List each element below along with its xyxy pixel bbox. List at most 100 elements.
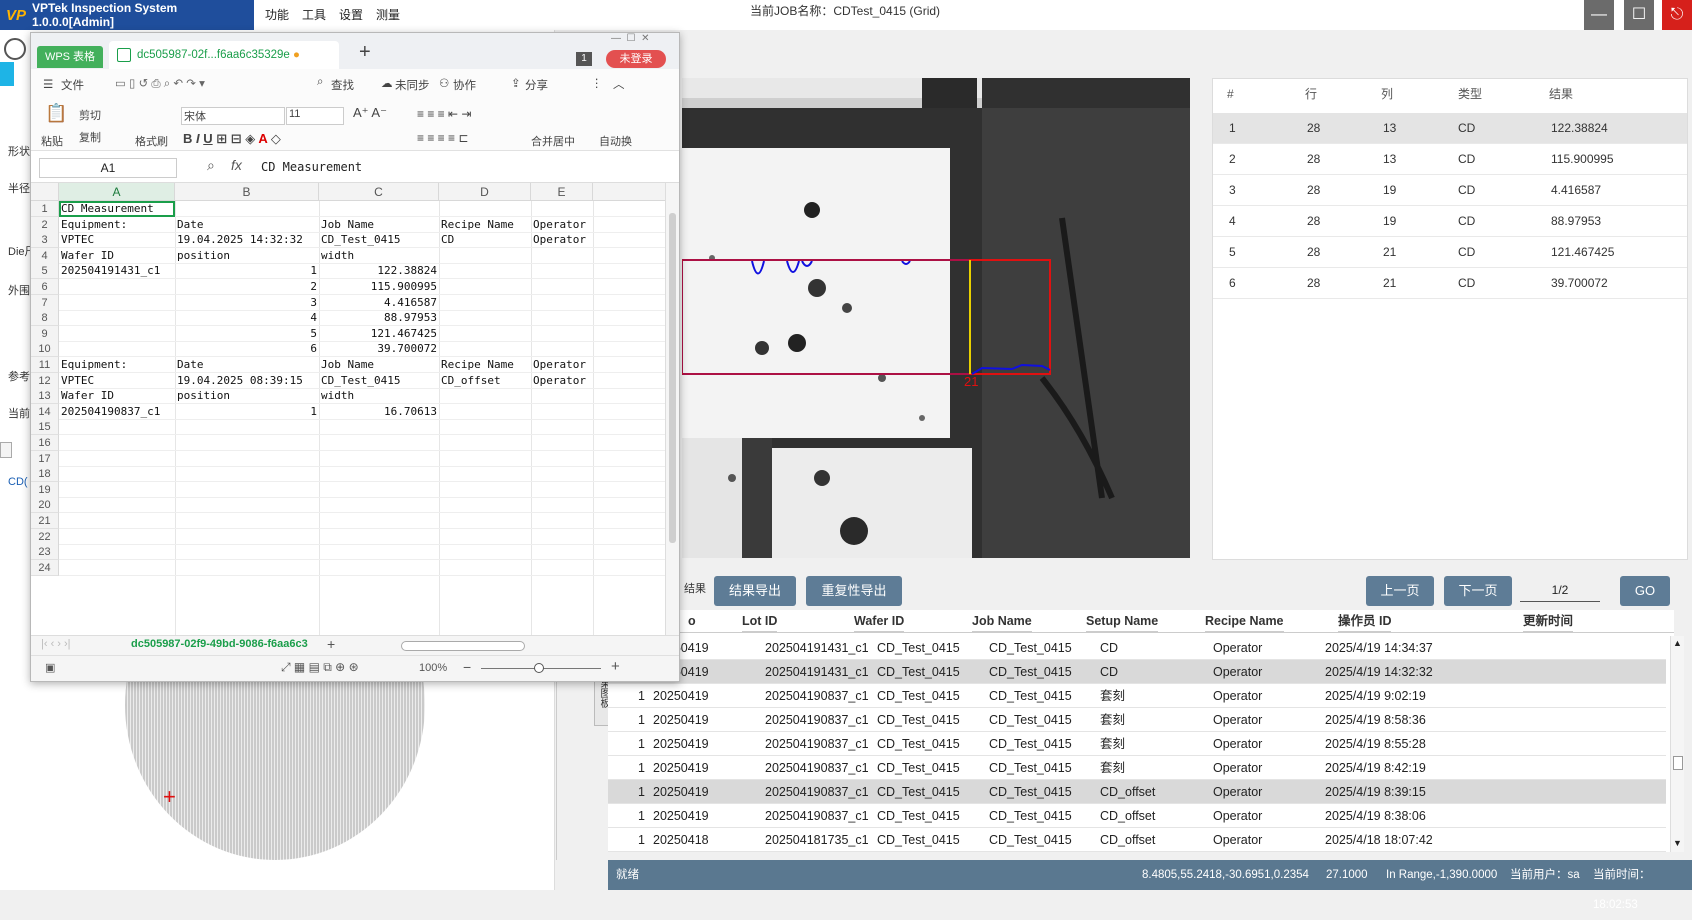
- cell-b12[interactable]: 19.04.2025 08:39:15: [177, 373, 317, 389]
- row-header[interactable]: 14: [31, 403, 59, 420]
- wps-window-controls[interactable]: — ☐ ✕: [611, 33, 649, 44]
- new-tab-icon[interactable]: +: [359, 41, 371, 64]
- zoom-formula-icon[interactable]: ⌕: [207, 157, 215, 174]
- formula-input[interactable]: CD Measurement: [261, 158, 362, 178]
- hamburger-icon[interactable]: ☰: [43, 77, 53, 91]
- merge-center-button[interactable]: 合并居中: [531, 133, 575, 149]
- row-header[interactable]: 4: [31, 247, 59, 264]
- wps-document-tab[interactable]: dc505987-02f...f6aa6c35329e ●: [109, 41, 339, 69]
- cell-c2[interactable]: Job Name: [321, 217, 437, 233]
- cell-c6[interactable]: 115.900995: [321, 279, 437, 295]
- row-header[interactable]: 21: [31, 513, 59, 529]
- exit-button[interactable]: ⎋: [1662, 0, 1692, 30]
- cell-b8[interactable]: 4: [177, 310, 317, 326]
- share-button[interactable]: 分享: [525, 77, 548, 93]
- row-header[interactable]: 2: [31, 216, 59, 233]
- cell-b4[interactable]: position: [177, 248, 317, 264]
- horizontal-scroll-thumb[interactable]: [401, 641, 525, 651]
- export-results-button[interactable]: 结果导出: [714, 576, 796, 606]
- cell-c8[interactable]: 88.97953: [321, 310, 437, 326]
- column-header-a[interactable]: A: [59, 183, 175, 201]
- row-header[interactable]: 10: [31, 341, 59, 358]
- column-header-blank[interactable]: [593, 183, 667, 201]
- row-header[interactable]: 3: [31, 232, 59, 249]
- cell-d12[interactable]: CD_offset: [441, 373, 529, 389]
- wrap-text-button[interactable]: 自动换: [599, 133, 632, 149]
- repeat-export-button[interactable]: 重复性导出: [806, 576, 902, 606]
- row-header[interactable]: 9: [31, 325, 59, 342]
- wps-spreadsheet-window[interactable]: WPS 表格 dc505987-02f...f6aa6c35329e ● + 1…: [30, 32, 680, 682]
- cell-a4[interactable]: Wafer ID: [61, 248, 173, 264]
- row-header[interactable]: 15: [31, 419, 59, 436]
- menu-function[interactable]: 功能: [265, 0, 289, 30]
- table-row[interactable]: 1 20250419 202504190837_c1 CD_Test_0415 CD_T…: [608, 732, 1666, 756]
- next-page-button[interactable]: 下一页: [1444, 576, 1512, 606]
- prev-page-button[interactable]: 上一页: [1366, 576, 1434, 606]
- row-header[interactable]: 13: [31, 388, 59, 405]
- table-row[interactable]: 5 28 21 CD 121.467425: [1213, 237, 1687, 268]
- side-label-cd[interactable]: CD(: [8, 476, 28, 488]
- cell-b11[interactable]: Date: [177, 357, 317, 373]
- cloud-icon[interactable]: ☁: [381, 76, 393, 90]
- table-row[interactable]: 1 28 13 CD 122.38824: [1213, 113, 1687, 144]
- zoom-in-icon[interactable]: +: [611, 658, 620, 675]
- cell-b9[interactable]: 5: [177, 326, 317, 342]
- collab-button[interactable]: 协作: [453, 77, 476, 93]
- table-row[interactable]: 1 20250419 202504190837_c1 CD_Test_0415 CD_T…: [608, 756, 1666, 780]
- column-header-c[interactable]: C: [319, 183, 439, 201]
- cell-c11[interactable]: Job Name: [321, 357, 437, 373]
- cell-c4[interactable]: width: [321, 248, 437, 264]
- sheet-nav-icons[interactable]: |‹ ‹ › ›|: [41, 638, 71, 650]
- font-size-select[interactable]: 11: [286, 107, 344, 125]
- row-header[interactable]: 24: [31, 559, 59, 576]
- grid-vertical-scrollbar[interactable]: [665, 183, 679, 635]
- table-row[interactable]: 1 20250419 202504190837_c1 CD_Test_0415 CD_T…: [608, 708, 1666, 732]
- scroll-down-arrow[interactable]: ▼: [1673, 838, 1682, 848]
- row-header[interactable]: 19: [31, 481, 59, 498]
- zoom-slider-handle[interactable]: [534, 663, 544, 673]
- go-button[interactable]: GO: [1620, 576, 1670, 606]
- scroll-thumb[interactable]: [1673, 756, 1683, 770]
- align-top-icons[interactable]: ≡ ≡ ≡ ⇤ ⇥: [417, 107, 471, 121]
- cell-b5[interactable]: 1: [177, 263, 317, 279]
- cell-b3[interactable]: 19.04.2025 14:32:32: [177, 232, 317, 248]
- row-header[interactable]: 6: [31, 279, 59, 295]
- select-all-corner[interactable]: [31, 183, 59, 201]
- cell-a12[interactable]: VPTEC: [61, 373, 173, 389]
- table-row[interactable]: 120250419202504191431_c1CD_Test_0415CD_T…: [608, 636, 1666, 660]
- cell-a3[interactable]: VPTEC: [61, 232, 173, 248]
- table-row[interactable]: 6 28 21 CD 39.700072: [1213, 268, 1687, 299]
- cell-e11[interactable]: Operator: [533, 357, 591, 373]
- row-header[interactable]: 20: [31, 497, 59, 514]
- cell-c3[interactable]: CD_Test_0415: [321, 232, 437, 248]
- cell-b7[interactable]: 3: [177, 295, 317, 311]
- row-header[interactable]: 18: [31, 466, 59, 483]
- cell-b2[interactable]: Date: [177, 217, 317, 233]
- align-horizontal-icons[interactable]: ≡ ≡ ≡ ≡ ⊏: [417, 131, 468, 145]
- fx-icon[interactable]: fx: [231, 157, 242, 173]
- spreadsheet-grid[interactable]: A B C D E 1 CD Measurement 2 Equipment: Date Job N…: [31, 183, 667, 635]
- scroll-up-arrow[interactable]: ▲: [1673, 638, 1682, 648]
- cell-d3[interactable]: CD: [441, 232, 529, 248]
- sheet-tab[interactable]: dc505987-02f9-49bd-9086-f6aa6c3: [131, 638, 308, 650]
- cell-a11[interactable]: Equipment:: [61, 357, 173, 373]
- row-header[interactable]: 8: [31, 310, 59, 327]
- view-mode-icons[interactable]: ⤢ ▦ ▤ ⧉ ⊕ ⊛: [281, 660, 359, 675]
- table-row[interactable]: 4 28 19 CD 88.97953: [1213, 206, 1687, 237]
- copy-button[interactable]: 复制: [79, 129, 101, 145]
- row-header[interactable]: 7: [31, 294, 59, 311]
- tool-icon[interactable]: [4, 38, 26, 60]
- table-row[interactable]: 3 28 19 CD 4.416587: [1213, 175, 1687, 206]
- cell-e3[interactable]: Operator: [533, 232, 591, 248]
- paste-icon[interactable]: 📋: [45, 103, 67, 124]
- zoom-level[interactable]: 100%: [419, 662, 447, 674]
- cell-b6[interactable]: 2: [177, 279, 317, 295]
- row-header[interactable]: 22: [31, 528, 59, 545]
- quick-action-icons[interactable]: ▭ ▯ ↺ ⎙ ⌕ ↶ ↷ ▾: [115, 76, 205, 91]
- cell-b14[interactable]: 1: [177, 404, 317, 420]
- cell-c10[interactable]: 39.700072: [321, 341, 437, 357]
- menu-settings[interactable]: 设置: [339, 0, 363, 30]
- name-box[interactable]: A1: [39, 158, 177, 178]
- table-row[interactable]: 2 28 13 CD 115.900995: [1213, 144, 1687, 175]
- cell-b13[interactable]: position: [177, 388, 317, 404]
